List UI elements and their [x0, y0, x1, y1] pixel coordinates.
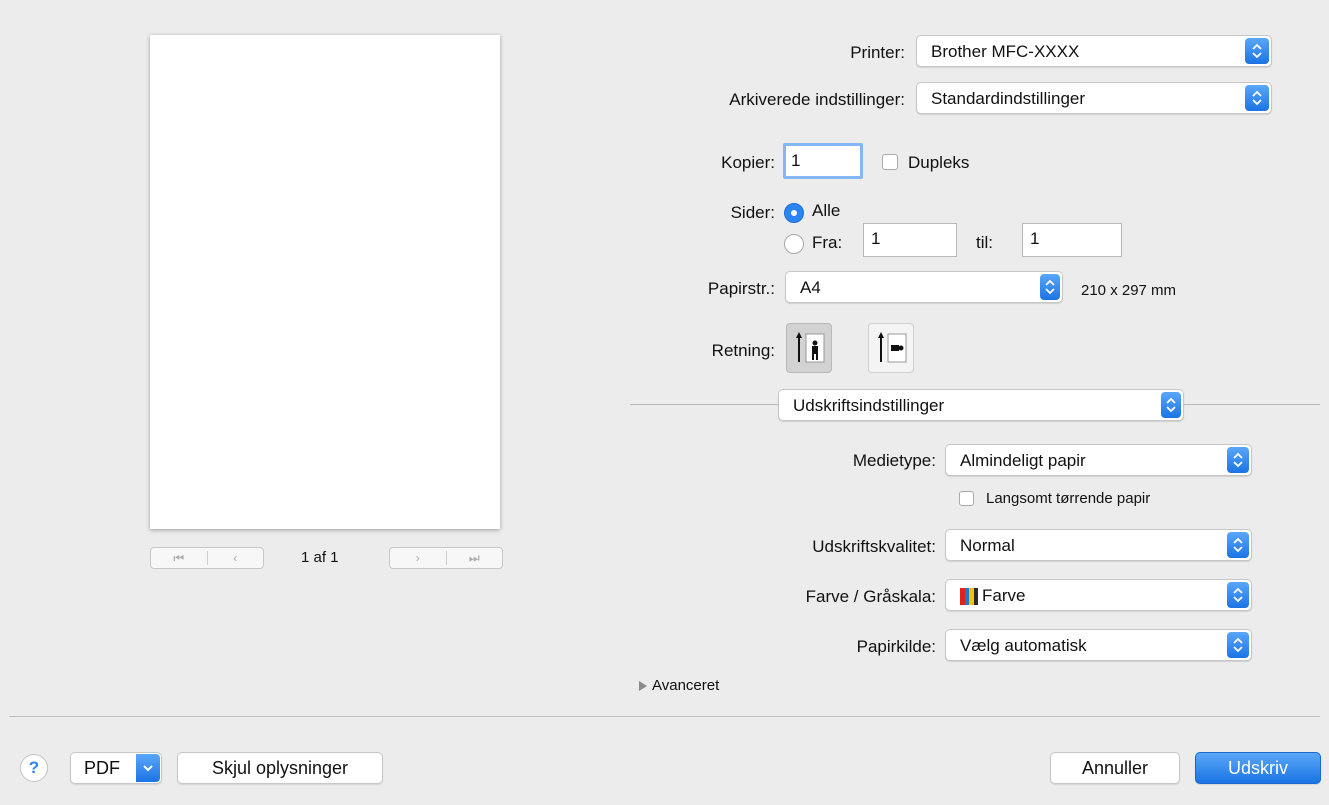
print-quality-value: Normal — [960, 536, 1015, 555]
page-counter: 1 af 1 — [301, 549, 339, 566]
popup-arrows-icon — [1245, 85, 1269, 111]
slow-dry-checkbox[interactable] — [959, 491, 974, 506]
media-type-popup[interactable]: Almindeligt papir — [945, 444, 1252, 476]
preview-forward-nav: › ⏭ — [389, 547, 503, 569]
section-value: Udskriftsindstillinger — [793, 396, 945, 415]
printer-label: Printer: — [850, 43, 905, 62]
popup-arrows-icon — [1227, 447, 1249, 473]
cancel-button[interactable]: Annuller — [1050, 752, 1180, 784]
duplex-checkbox[interactable] — [882, 154, 898, 170]
pages-range-radio[interactable] — [784, 234, 804, 254]
orientation-portrait-button[interactable] — [786, 323, 832, 373]
slow-dry-label: Langsomt tørrende papir — [986, 490, 1151, 507]
pages-to-input[interactable]: 1 — [1022, 223, 1122, 257]
popup-arrows-icon — [1040, 274, 1060, 300]
paper-size-value: A4 — [800, 278, 821, 297]
footer-divider — [9, 716, 1320, 717]
pages-to-label: til: — [976, 233, 993, 252]
print-quality-popup[interactable]: Normal — [945, 529, 1252, 561]
orientation-landscape-button[interactable] — [868, 323, 914, 373]
color-mode-popup[interactable]: Farve — [945, 579, 1252, 611]
paper-source-value: Vælg automatisk — [960, 636, 1087, 655]
help-button[interactable]: ? — [20, 754, 48, 782]
section-divider-left — [630, 404, 778, 405]
media-type-label: Medietype: — [852, 451, 936, 470]
duplex-label: Dupleks — [908, 153, 970, 172]
advanced-label[interactable]: Avanceret — [652, 677, 719, 694]
section-popup[interactable]: Udskriftsindstillinger — [778, 389, 1184, 421]
preview-back-nav: ⏮ ‹ — [150, 547, 264, 569]
previous-page-icon[interactable]: ‹ — [208, 551, 264, 565]
pages-all-radio[interactable] — [784, 203, 804, 223]
page-preview — [150, 35, 500, 529]
color-swatch-icon — [960, 588, 978, 605]
disclosure-triangle-icon[interactable] — [639, 681, 647, 691]
popup-arrows-icon — [1227, 632, 1249, 658]
media-type-value: Almindeligt papir — [960, 451, 1086, 470]
popup-arrows-icon — [1227, 582, 1249, 608]
printer-value: Brother MFC-XXXX — [931, 42, 1080, 61]
pdf-label: PDF — [84, 758, 120, 778]
paper-dimensions: 210 x 297 mm — [1081, 282, 1177, 299]
pages-label: Sider: — [730, 203, 775, 222]
popup-arrows-icon — [1161, 392, 1181, 418]
color-mode-label: Farve / Gråskala: — [805, 587, 936, 606]
portrait-icon — [796, 332, 825, 363]
copies-input[interactable]: 1 — [783, 143, 863, 179]
paper-source-label: Papirkilde: — [856, 637, 936, 656]
color-mode-value: Farve — [982, 586, 1026, 605]
hide-details-button[interactable]: Skjul oplysninger — [177, 752, 383, 784]
pages-all-label: Alle — [812, 201, 841, 220]
copies-label: Kopier: — [721, 153, 775, 172]
orientation-label: Retning: — [711, 341, 775, 360]
popup-arrows-icon — [1227, 532, 1249, 558]
landscape-icon — [878, 332, 907, 363]
last-page-icon[interactable]: ⏭ — [447, 551, 503, 566]
first-page-icon[interactable]: ⏮ — [151, 551, 207, 566]
paper-source-popup[interactable]: Vælg automatisk — [945, 629, 1252, 661]
paper-size-label: Papirstr.: — [707, 279, 775, 298]
presets-label: Arkiverede indstillinger: — [729, 90, 905, 109]
section-divider-right — [1182, 404, 1320, 405]
chevron-down-icon — [136, 754, 160, 782]
pages-from-input[interactable]: 1 — [863, 223, 957, 257]
print-button[interactable]: Udskriv — [1195, 752, 1321, 784]
popup-arrows-icon — [1245, 38, 1269, 64]
next-page-icon[interactable]: › — [390, 551, 446, 565]
pages-from-label: Fra: — [812, 233, 843, 252]
paper-size-popup[interactable]: A4 — [785, 271, 1063, 303]
presets-popup[interactable]: Standardindstillinger — [916, 82, 1272, 114]
printer-popup[interactable]: Brother MFC-XXXX — [916, 35, 1272, 67]
presets-value: Standardindstillinger — [931, 89, 1086, 108]
print-quality-label: Udskriftskvalitet: — [812, 537, 936, 556]
pdf-button[interactable]: PDF — [70, 752, 162, 784]
